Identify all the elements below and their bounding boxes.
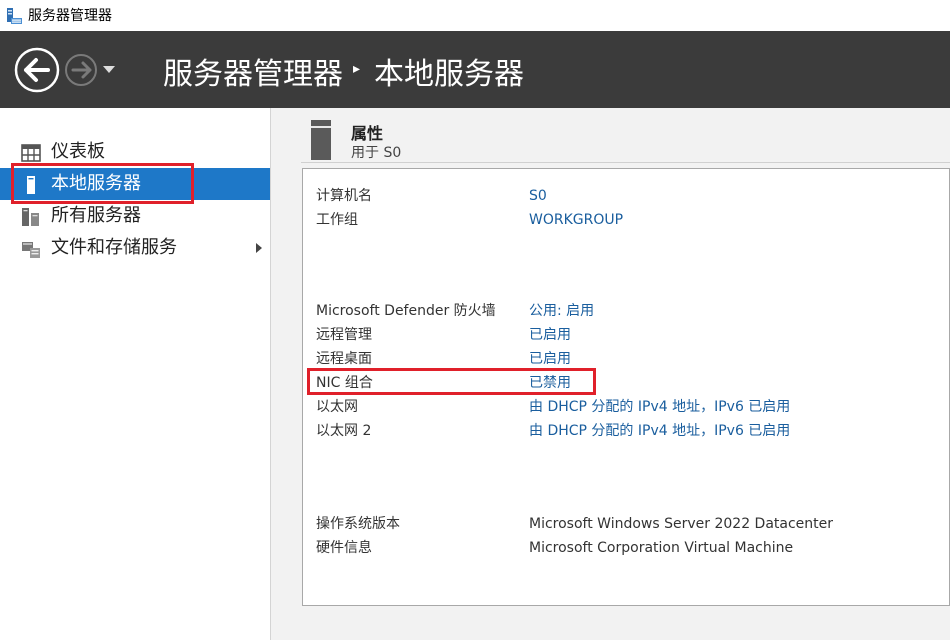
- property-label: 操作系统版本: [316, 516, 400, 532]
- property-label: 远程管理: [316, 327, 372, 343]
- sidebar-item-all-servers[interactable]: 所有服务器: [0, 200, 270, 232]
- back-arrow-icon[interactable]: [14, 47, 60, 93]
- hardware-info-value: Microsoft Corporation Virtual Machine: [529, 540, 794, 556]
- property-label: 以太网 2: [316, 423, 372, 439]
- property-row-remote-management: 远程管理 已启用: [303, 323, 943, 347]
- property-label: 硬件信息: [316, 540, 372, 556]
- breadcrumb-separator-icon: ▸: [353, 61, 361, 77]
- header-bar: 服务器管理器 ▸ 本地服务器: [0, 31, 950, 108]
- property-row-ethernet: 以太网 由 DHCP 分配的 IPv4 地址，IPv6 已启用: [303, 395, 943, 419]
- property-row-os-version: 操作系统版本 Microsoft Windows Server 2022 Dat…: [303, 512, 943, 536]
- property-row-computer-name: 计算机名 S0: [303, 184, 943, 208]
- window-title: 服务器管理器: [28, 8, 112, 24]
- section-divider: [301, 162, 950, 163]
- property-label: 远程桌面: [316, 351, 372, 367]
- sidebar-item-file-storage[interactable]: 文件和存储服务: [0, 232, 270, 264]
- chevron-right-icon[interactable]: [255, 242, 263, 254]
- nic-teaming-link[interactable]: 已禁用: [529, 371, 571, 395]
- server-manager-app-icon: [7, 8, 22, 24]
- breadcrumb-root[interactable]: 服务器管理器: [163, 49, 343, 93]
- server-tile-icon: [311, 120, 331, 160]
- property-label: 工作组: [316, 212, 358, 228]
- property-row-remote-desktop: 远程桌面 已启用: [303, 347, 943, 371]
- section-title: 属性: [351, 124, 384, 143]
- local-server-icon: [27, 176, 35, 194]
- history-dropdown-icon[interactable]: [102, 64, 116, 74]
- property-label: Microsoft Defender 防火墙: [316, 303, 496, 319]
- file-storage-icon: [22, 242, 40, 258]
- sidebar-item-dashboard[interactable]: 仪表板: [0, 136, 270, 168]
- breadcrumb: 服务器管理器 ▸ 本地服务器: [163, 49, 525, 93]
- sidebar-item-label: 仪表板: [51, 141, 105, 162]
- main-content: 属性 用于 S0 计算机名 S0 工作组 WORKGROUP Microsoft…: [271, 108, 950, 640]
- sidebar-item-label: 文件和存储服务: [51, 237, 177, 258]
- property-row-firewall: Microsoft Defender 防火墙 公用: 启用: [303, 299, 943, 323]
- sidebar-item-label: 本地服务器: [51, 173, 141, 194]
- dashboard-icon: [21, 144, 41, 162]
- remote-desktop-link[interactable]: 已启用: [529, 347, 571, 371]
- property-row-nic-teaming: NIC 组合 已禁用: [303, 371, 943, 395]
- property-label: NIC 组合: [316, 375, 373, 391]
- window-titlebar: 服务器管理器: [0, 0, 950, 31]
- property-label: 以太网: [316, 399, 358, 415]
- property-row-ethernet-2: 以太网 2 由 DHCP 分配的 IPv4 地址，IPv6 已启用: [303, 419, 943, 443]
- properties-panel: 计算机名 S0 工作组 WORKGROUP Microsoft Defender…: [302, 168, 950, 606]
- workgroup-link[interactable]: WORKGROUP: [529, 208, 623, 232]
- property-row-hardware-info: 硬件信息 Microsoft Corporation Virtual Machi…: [303, 536, 943, 560]
- remote-management-link[interactable]: 已启用: [529, 323, 571, 347]
- section-subtitle: 用于 S0: [351, 145, 402, 161]
- sidebar-item-local-server[interactable]: 本地服务器: [0, 168, 270, 200]
- firewall-link[interactable]: 公用: 启用: [529, 299, 594, 323]
- sidebar: 仪表板 本地服务器 所有服务器 文件和存储服务: [0, 108, 271, 640]
- property-row-workgroup: 工作组 WORKGROUP: [303, 208, 943, 232]
- forward-arrow-icon[interactable]: [64, 53, 98, 87]
- all-servers-icon: [22, 208, 39, 226]
- breadcrumb-current: 本地服务器: [374, 57, 525, 92]
- computer-name-link[interactable]: S0: [529, 184, 547, 208]
- os-version-value: Microsoft Windows Server 2022 Datacenter: [529, 516, 834, 532]
- ethernet-link[interactable]: 由 DHCP 分配的 IPv4 地址，IPv6 已启用: [529, 395, 790, 419]
- sidebar-item-label: 所有服务器: [51, 205, 141, 226]
- property-label: 计算机名: [316, 188, 372, 204]
- ethernet-2-link[interactable]: 由 DHCP 分配的 IPv4 地址，IPv6 已启用: [529, 419, 790, 443]
